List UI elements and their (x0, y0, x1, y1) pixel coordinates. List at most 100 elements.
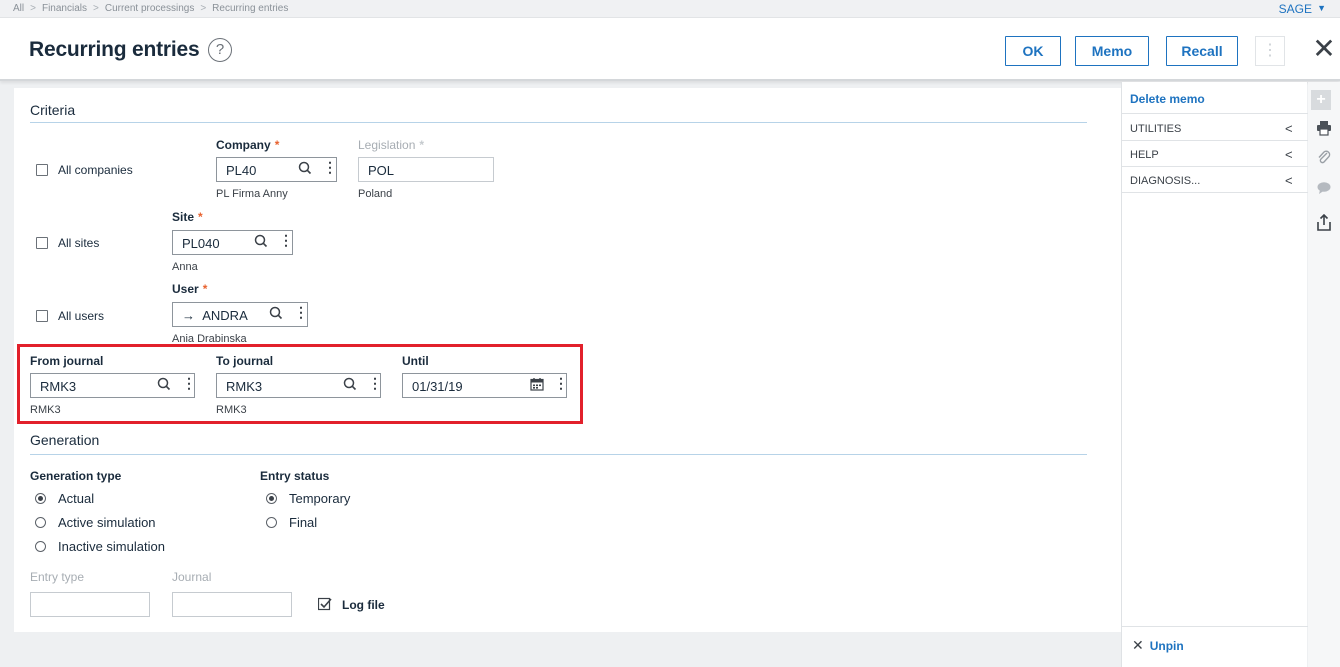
highlight-annotation (17, 344, 583, 424)
company-field[interactable]: PL40 ⋮ (216, 157, 337, 182)
site-field-value[interactable]: PL040 (182, 236, 220, 251)
site-label: Site * (172, 210, 203, 224)
generation-type-inactive-simulation-radio[interactable] (35, 541, 46, 552)
entry-type-label: Entry type (30, 570, 85, 584)
close-icon[interactable]: ✕ (1311, 34, 1337, 64)
panel-item-help[interactable]: HELP (1130, 149, 1159, 161)
breadcrumb-separator: > (93, 3, 99, 14)
arrow-right-icon: → (182, 308, 195, 323)
required-marker: * (419, 138, 425, 152)
breadcrumb-item-all[interactable]: All (13, 3, 24, 14)
site-description: Anna (172, 261, 198, 273)
user-value-text: ANDRA (202, 308, 248, 323)
user-field[interactable]: → ANDRA ⋮ (172, 302, 308, 327)
search-icon[interactable] (298, 160, 312, 179)
all-companies-checkbox[interactable] (36, 164, 48, 176)
page-title: Recurring entries (29, 38, 200, 61)
kebab-icon[interactable]: ⋮ (323, 159, 337, 176)
panel-divider (1122, 140, 1308, 141)
kebab-icon[interactable]: ⋮ (279, 232, 293, 249)
breadcrumb-item-recurring-entries: Recurring entries (212, 3, 289, 14)
log-file-label: Log file (342, 598, 385, 612)
generation-type-inactive-simulation-label: Inactive simulation (58, 539, 165, 554)
print-icon[interactable] (1308, 120, 1340, 140)
panel-item-utilities[interactable]: UTILITIES (1130, 123, 1181, 135)
all-sites-label: All sites (58, 236, 100, 250)
chevron-left-icon[interactable]: < (1285, 121, 1293, 136)
caret-down-icon[interactable]: ▼ (1317, 3, 1326, 13)
chevron-left-icon[interactable]: < (1285, 147, 1293, 162)
more-actions-button[interactable]: ⋮ (1255, 36, 1285, 66)
generation-type-label: Generation type (30, 469, 122, 483)
generation-section-title: Generation (30, 432, 100, 448)
unpin-label: Unpin (1149, 639, 1184, 653)
company-label-text: Company (216, 138, 271, 152)
all-companies-label: All companies (58, 163, 133, 177)
panel-divider (1122, 192, 1308, 193)
breadcrumb-bar: All > Financials > Current processings > Recur… (0, 0, 1340, 18)
criteria-divider (30, 122, 1087, 123)
all-sites-checkbox[interactable] (36, 237, 48, 249)
ok-button[interactable]: OK (1005, 36, 1061, 66)
user-label-text: User (172, 282, 199, 296)
entry-status-final-radio[interactable] (266, 517, 277, 528)
comment-icon[interactable] (1308, 180, 1340, 200)
journal-label: Journal (172, 570, 212, 584)
log-file-checkbox[interactable] (317, 597, 332, 611)
generation-type-actual-radio[interactable] (35, 493, 46, 504)
journal-field (172, 592, 292, 617)
pin-icon: ✕ (1132, 637, 1144, 653)
panel-divider (1122, 166, 1308, 167)
required-marker: * (198, 210, 203, 224)
entry-status-final-label: Final (289, 515, 318, 530)
all-users-label: All users (58, 309, 105, 323)
kebab-icon[interactable]: ⋮ (294, 304, 308, 321)
panel-divider (1122, 626, 1308, 627)
generation-type-active-simulation-label: Active simulation (58, 515, 156, 530)
legislation-description: Poland (358, 188, 393, 200)
breadcrumb-item-current-processings[interactable]: Current processings (105, 3, 194, 14)
site-field[interactable]: PL040 ⋮ (172, 230, 293, 255)
user-menu-label[interactable]: SAGE (1279, 2, 1312, 16)
search-icon[interactable] (254, 233, 268, 252)
company-label: Company * (216, 138, 279, 152)
panel-item-diagnosis[interactable]: DIAGNOSIS... (1130, 175, 1200, 187)
company-description: PL Firma Anny (216, 188, 288, 200)
export-icon[interactable] (1308, 213, 1340, 236)
criteria-section-title: Criteria (30, 102, 76, 118)
entry-status-temporary-label: Temporary (289, 491, 351, 506)
breadcrumb-separator: > (30, 3, 36, 14)
generation-type-actual-label: Actual (58, 491, 95, 506)
legislation-field: POL (358, 157, 494, 182)
chevron-left-icon[interactable]: < (1285, 173, 1293, 188)
entry-type-field (30, 592, 150, 617)
page-header: Recurring entries ? OK Memo Recall ⋮ ✕ (0, 18, 1340, 81)
generation-type-active-simulation-radio[interactable] (35, 517, 46, 528)
generation-divider (30, 454, 1087, 455)
legislation-label: Legislation * (358, 138, 424, 152)
site-label-text: Site (172, 210, 195, 224)
help-icon[interactable]: ? (208, 38, 232, 62)
legislation-label-text: Legislation (358, 138, 416, 152)
unpin-button[interactable]: ✕ Unpin (1132, 637, 1184, 654)
breadcrumb-separator: > (200, 3, 207, 14)
icon-strip: + (1308, 82, 1340, 667)
required-marker: * (202, 282, 208, 296)
entry-status-label: Entry status (260, 469, 330, 483)
entry-status-temporary-radio[interactable] (266, 493, 277, 504)
user-label: User * (172, 282, 207, 296)
legislation-field-value: POL (368, 163, 395, 178)
all-users-checkbox[interactable] (36, 310, 48, 322)
recall-button[interactable]: Recall (1166, 36, 1238, 66)
plus-icon[interactable]: + (1311, 90, 1331, 110)
panel-divider (1122, 113, 1308, 114)
right-panel: Delete memo UTILITIES < HELP < DIAGNOSIS… (1121, 82, 1308, 667)
delete-memo-link[interactable]: Delete memo (1130, 92, 1205, 106)
user-field-value[interactable]: → ANDRA (182, 308, 248, 323)
memo-button[interactable]: Memo (1075, 36, 1149, 66)
company-field-value[interactable]: PL40 (226, 163, 256, 178)
breadcrumb-item-financials[interactable]: Financials (42, 3, 87, 14)
search-icon[interactable] (269, 305, 283, 324)
paperclip-icon[interactable] (1308, 150, 1340, 170)
breadcrumb: All > Financials > Current processings > Recur… (13, 3, 288, 14)
